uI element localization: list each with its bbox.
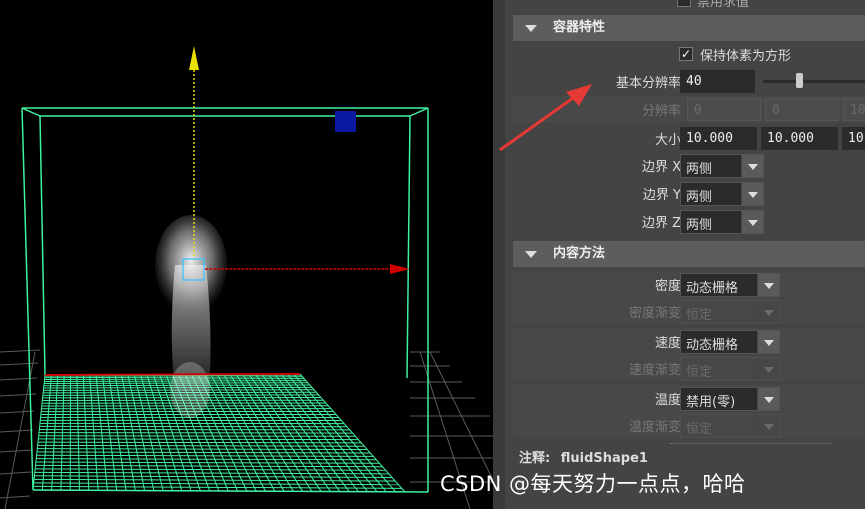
boundary-y-dropdown[interactable]: 两侧	[680, 182, 764, 206]
density-label: 密度	[654, 279, 681, 294]
container-properties-header[interactable]: 容器特性	[513, 15, 865, 41]
temperature-row: 温度 禁用(零)	[513, 385, 865, 411]
velocity-dropdown[interactable]: 动态栅格	[680, 330, 780, 354]
base-resolution-slider-handle[interactable]	[796, 73, 803, 88]
resolution-z-field: 10	[843, 98, 865, 121]
fluid-floor-grid	[32, 373, 406, 493]
size-x-input[interactable]: 10.000	[680, 127, 757, 150]
boundary-z-row: 边界 Z 两侧	[513, 208, 865, 234]
size-label: 大小	[654, 133, 681, 148]
notes-label: 注释:	[519, 451, 551, 466]
resolution-x-field: 0	[687, 98, 761, 121]
chevron-down-icon[interactable]	[741, 155, 763, 177]
boundary-z-dropdown[interactable]: 两侧	[680, 210, 764, 234]
disable-eval-checkbox[interactable]	[677, 0, 691, 7]
disable-eval-label: 禁用求值	[697, 0, 750, 10]
velocity-gradient-row: 速度渐变 恒定	[513, 355, 865, 381]
boundary-z-label: 边界 Z	[641, 216, 681, 231]
keep-voxels-square-checkbox[interactable]: ✓	[679, 47, 693, 61]
base-resolution-input[interactable]: 40	[680, 70, 755, 93]
size-y-input[interactable]: 10.000	[761, 127, 838, 150]
notes-separator	[670, 443, 832, 444]
velocity-gradient-dropdown: 恒定	[680, 357, 780, 381]
density-row: 密度 动态栅格	[513, 271, 865, 297]
attribute-editor: 禁用求值 容器特性 ✓ 保持体素为方形 基本分辨率 40 分辨率 0 0 10 …	[505, 0, 865, 509]
viewport-scene	[0, 46, 493, 509]
chevron-down-icon[interactable]	[757, 274, 779, 296]
size-row: 大小 10.000 10.000 10.0	[513, 125, 865, 151]
temperature-gradient-row: 温度渐变 恒定	[513, 412, 865, 438]
chevron-down-icon[interactable]	[741, 183, 763, 205]
notes-row: 注释: fluidShape1	[519, 447, 648, 466]
density-gradient-row: 密度渐变 恒定	[513, 298, 865, 324]
base-resolution-label: 基本分辨率	[615, 76, 681, 91]
resolution-label: 分辨率	[641, 104, 681, 119]
keep-voxels-square-label: 保持体素为方形	[700, 49, 792, 64]
size-z-input[interactable]: 10.0	[842, 127, 865, 150]
chevron-down-icon[interactable]	[757, 331, 779, 353]
resolution-row: 分辨率 0 0 10	[513, 96, 865, 122]
chevron-down-icon[interactable]	[741, 211, 763, 233]
density-gradient-label: 密度渐变	[628, 306, 681, 321]
notes-value: fluidShape1	[560, 451, 648, 466]
temperature-label: 温度	[654, 393, 681, 408]
boundary-y-row: 边界 Y 两侧	[513, 180, 865, 206]
resolution-y-field: 0	[765, 98, 839, 121]
csdn-watermark: CSDN @每天努力一点点，哈哈	[440, 472, 746, 496]
velocity-row: 速度 动态栅格	[513, 328, 865, 354]
collapse-triangle-icon	[525, 25, 537, 32]
velocity-label: 速度	[654, 336, 681, 351]
boundary-x-row: 边界 X 两侧	[513, 152, 865, 178]
contents-method-header[interactable]: 内容方法	[513, 241, 865, 267]
chevron-down-icon	[757, 358, 779, 380]
boundary-x-dropdown[interactable]: 两侧	[680, 154, 764, 178]
temperature-gradient-label: 温度渐变	[628, 420, 681, 435]
viewport-3d[interactable]	[0, 0, 493, 509]
move-manipulator	[44, 46, 410, 376]
panel-divider[interactable]	[493, 0, 505, 509]
temperature-dropdown[interactable]: 禁用(零)	[680, 387, 780, 411]
chevron-down-icon	[757, 301, 779, 323]
corner-handle	[335, 111, 356, 132]
fluid-container-box	[21, 107, 429, 493]
base-resolution-slider-track[interactable]	[763, 80, 865, 83]
chevron-down-icon[interactable]	[757, 388, 779, 410]
collapse-triangle-icon	[525, 251, 537, 258]
velocity-gradient-label: 速度渐变	[628, 363, 681, 378]
boundary-x-label: 边界 X	[641, 160, 681, 175]
boundary-y-label: 边界 Y	[642, 188, 681, 203]
density-dropdown[interactable]: 动态栅格	[680, 273, 780, 297]
temperature-gradient-dropdown: 恒定	[680, 414, 780, 438]
chevron-down-icon	[757, 415, 779, 437]
density-gradient-dropdown: 恒定	[680, 300, 780, 324]
base-resolution-row: 基本分辨率 40	[513, 68, 865, 94]
